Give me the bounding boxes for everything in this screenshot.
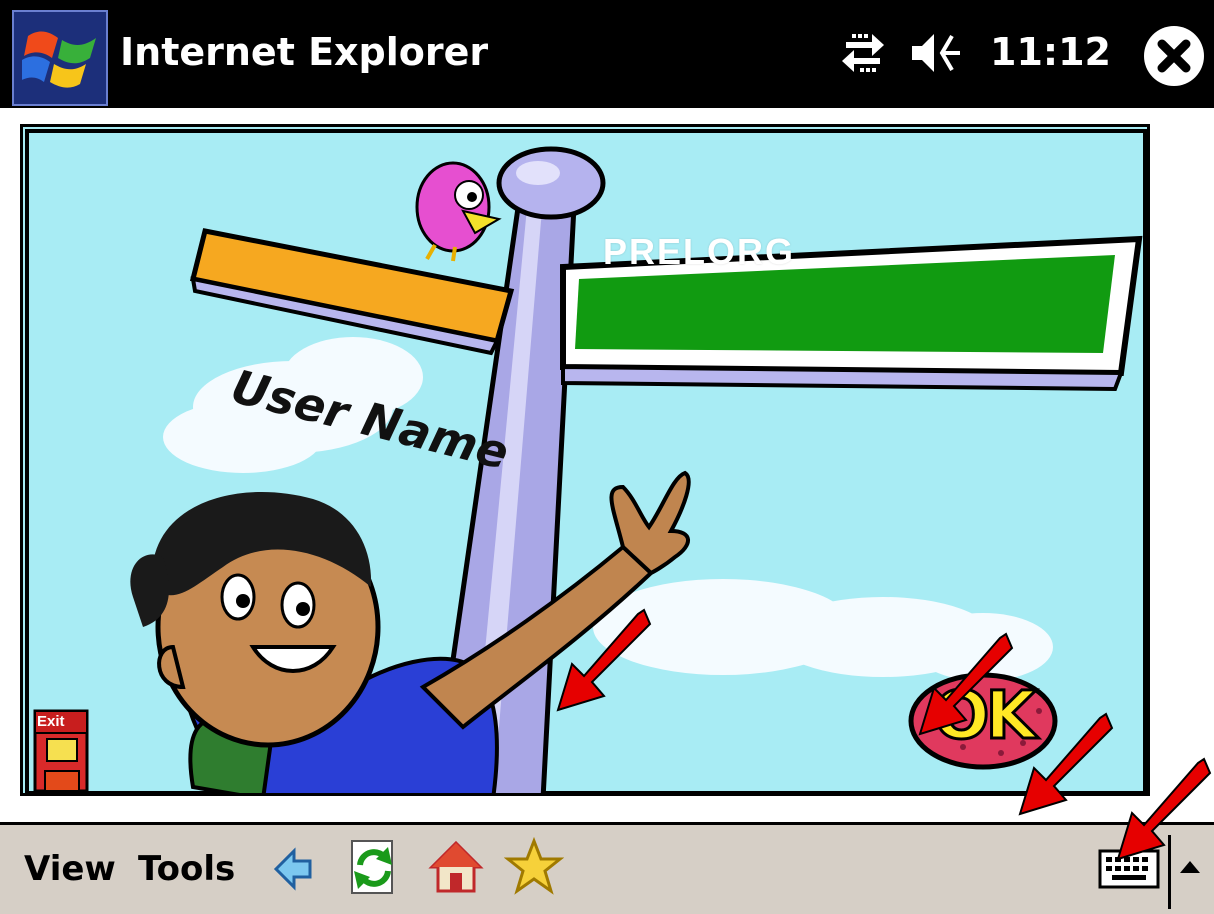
pointer-arrow-icon	[556, 608, 652, 712]
start-button[interactable]	[12, 10, 108, 106]
pointer-arrow-icon	[918, 632, 1014, 736]
home-icon[interactable]	[428, 839, 484, 895]
user-name-value: PRELORG	[603, 231, 796, 272]
menu-bar: View Tools	[0, 757, 1214, 914]
back-icon[interactable]	[272, 847, 316, 891]
windows-start-icon	[22, 31, 96, 88]
pointer-arrow-icon	[1018, 712, 1114, 816]
clock: 11:12	[990, 30, 1111, 74]
speaker-muted-icon[interactable]	[908, 30, 964, 76]
browser-content: User Name Exit OK PRELORG	[0, 110, 1214, 822]
favorites-icon[interactable]	[504, 837, 564, 897]
pointer-arrow-icon	[1116, 757, 1212, 861]
title-bar: Internet Explorer 11:12	[0, 0, 1214, 110]
menu-tools[interactable]: Tools	[138, 849, 235, 889]
menu-view[interactable]: View	[24, 849, 116, 889]
close-button[interactable]	[1144, 26, 1204, 86]
exit-label: Exit	[37, 713, 65, 730]
close-icon	[1157, 39, 1191, 73]
connectivity-icon[interactable]	[838, 30, 888, 76]
app-title: Internet Explorer	[120, 30, 489, 74]
refresh-icon[interactable]	[344, 837, 404, 897]
